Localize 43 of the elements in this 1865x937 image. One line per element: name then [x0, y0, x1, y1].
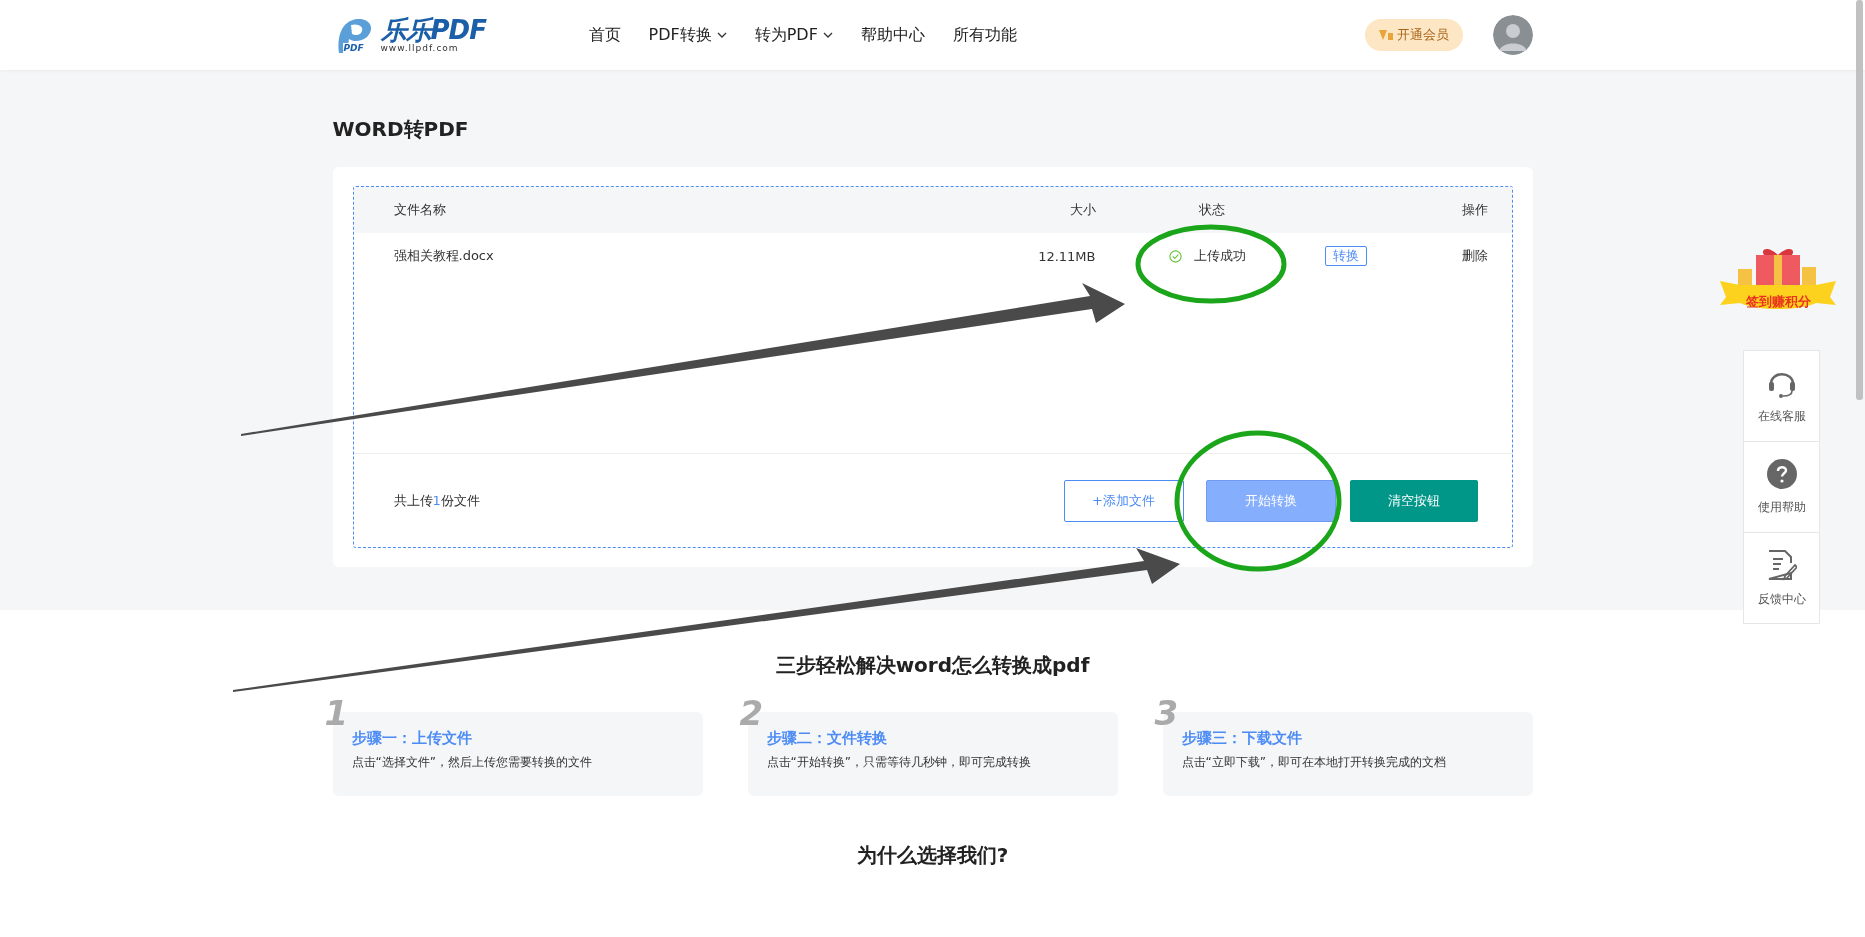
- step-number: 2: [739, 696, 764, 730]
- vip-button[interactable]: 开通会员: [1364, 19, 1463, 51]
- chevron-down-icon: [822, 32, 833, 38]
- side-menu-item[interactable]: 使用帮助: [1744, 441, 1819, 532]
- column-header: 大小: [1068, 201, 1096, 219]
- step-description: 点击“立即下载”，即可在本地打开转换完成的文档: [1181, 754, 1447, 771]
- step-description: 点击“选择文件”，然后上传您需要转换的文件: [351, 754, 593, 771]
- side-menu-item[interactable]: 在线客服: [1744, 351, 1819, 441]
- column-header: 操作: [1460, 201, 1488, 219]
- step-title: 步骤二：文件转换: [766, 729, 888, 748]
- logo-mark: PDF: [342, 43, 365, 53]
- scrollbar[interactable]: [1856, 0, 1863, 400]
- nav-link[interactable]: 所有功能: [952, 24, 1017, 46]
- avatar[interactable]: [1492, 15, 1533, 55]
- nav-link[interactable]: 首页: [588, 24, 621, 46]
- nav-link[interactable]: PDF转换: [648, 24, 727, 46]
- section-title: 三步轻松解决word怎么转换成pdf: [774, 652, 1091, 678]
- file-size: 12.11MB: [1037, 248, 1096, 264]
- step-number: 1: [324, 696, 349, 730]
- column-header: 文件名称: [393, 201, 447, 219]
- step-title: 步骤三：下载文件: [1181, 729, 1303, 748]
- check-circle-icon: [1168, 249, 1182, 263]
- status-text: 上传成功: [1193, 247, 1246, 265]
- column-header: 状态: [1197, 201, 1226, 219]
- nav-link[interactable]: 转为PDF: [754, 24, 833, 46]
- convert-button[interactable]: 转换: [1324, 246, 1367, 266]
- chevron-down-icon: [716, 32, 727, 38]
- document-edit-icon: [1766, 548, 1797, 581]
- step-title: 步骤一：上传文件: [351, 729, 473, 748]
- clear-button[interactable]: 清空按钮: [1349, 479, 1478, 522]
- file-name: 强相关教程.docx: [393, 247, 495, 265]
- page-title: WORD转PDF: [332, 117, 470, 141]
- section-title: 为什么选择我们?: [855, 842, 1010, 869]
- delete-link[interactable]: 删除: [1414, 247, 1488, 265]
- side-menu-item[interactable]: 反馈中心: [1744, 532, 1819, 623]
- nav-link[interactable]: 帮助中心: [860, 24, 925, 46]
- logo-text: 乐乐PDF: [380, 17, 486, 43]
- step-description: 点击“开始转换”，只需等待几秒钟，即可完成转换: [766, 754, 1032, 771]
- logo-url: www.llpdf.com: [380, 43, 460, 53]
- vip-icon: [1378, 29, 1393, 41]
- help-icon: [1766, 458, 1797, 489]
- upload-count: 共上传1份文件: [393, 491, 481, 510]
- step-number: 3: [1154, 696, 1179, 730]
